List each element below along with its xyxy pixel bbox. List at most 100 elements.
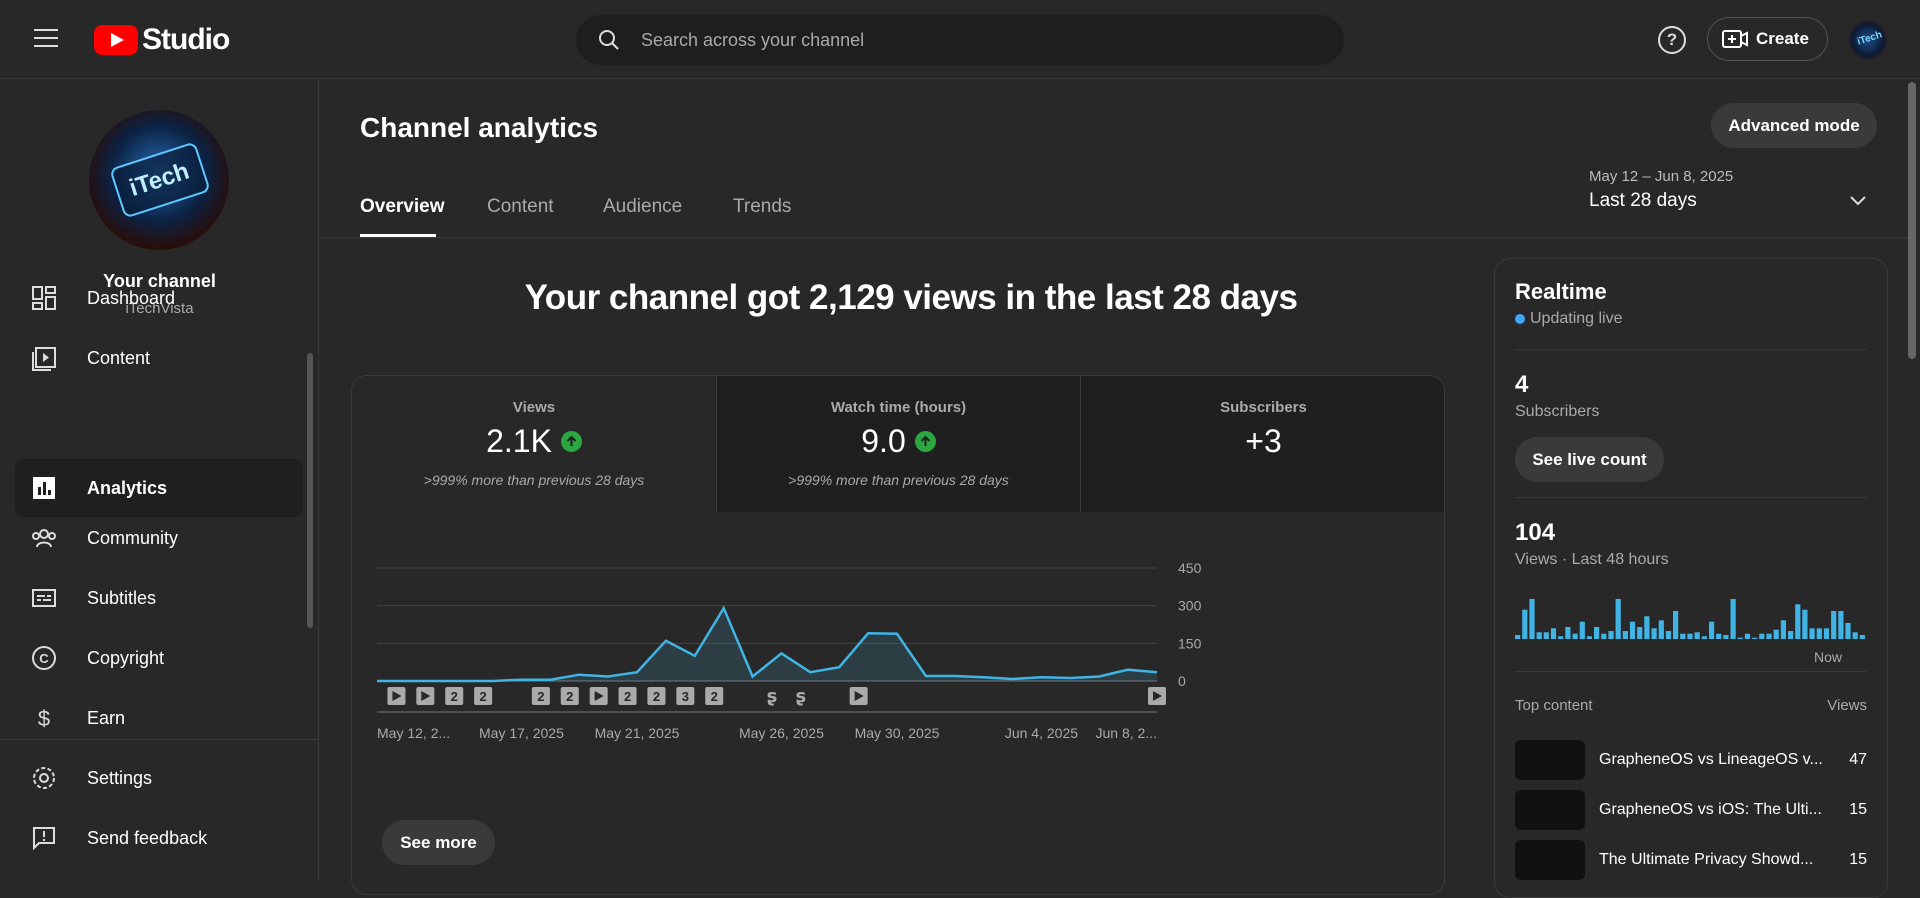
realtime-bar[interactable] — [1652, 628, 1657, 639]
top-content-row[interactable]: GrapheneOS vs iOS: The Ulti... 15 — [1515, 790, 1867, 830]
realtime-bar[interactable] — [1594, 627, 1599, 639]
sidebar-item-content[interactable]: Content — [15, 329, 303, 387]
metric-views[interactable]: Views 2.1K >999% more than previous 28 d… — [352, 376, 716, 512]
realtime-bar[interactable] — [1587, 636, 1592, 639]
realtime-bar[interactable] — [1716, 634, 1721, 639]
realtime-bar[interactable] — [1544, 632, 1549, 639]
sidebar-item-copyright[interactable]: C Copyright — [15, 629, 303, 687]
realtime-bar[interactable] — [1687, 634, 1692, 639]
realtime-bar[interactable] — [1522, 610, 1527, 639]
realtime-bar[interactable] — [1659, 620, 1664, 639]
channel-avatar[interactable]: iTech — [89, 110, 229, 250]
realtime-bar[interactable] — [1795, 604, 1800, 639]
metric-watch-time[interactable]: Watch time (hours) 9.0 >999% more than p… — [716, 376, 1080, 512]
realtime-bar[interactable] — [1766, 634, 1771, 639]
video-upload-marker-icon[interactable] — [850, 687, 868, 705]
tab-trends[interactable]: Trends — [733, 196, 791, 218]
realtime-bar[interactable] — [1666, 631, 1671, 639]
realtime-bar[interactable] — [1860, 635, 1865, 639]
video-upload-marker-icon[interactable] — [590, 687, 608, 705]
see-more-button[interactable]: See more — [382, 820, 495, 865]
realtime-bar[interactable] — [1680, 634, 1685, 639]
page-scrollbar[interactable] — [1908, 82, 1916, 359]
realtime-bar[interactable] — [1695, 632, 1700, 639]
tab-audience[interactable]: Audience — [603, 196, 682, 218]
realtime-bar[interactable] — [1802, 610, 1807, 639]
realtime-bar[interactable] — [1529, 599, 1534, 639]
realtime-bar[interactable] — [1838, 611, 1843, 639]
realtime-bar[interactable] — [1824, 628, 1829, 639]
realtime-bar[interactable] — [1637, 627, 1642, 639]
realtime-bar[interactable] — [1788, 631, 1793, 639]
date-range[interactable]: May 12 – Jun 8, 2025 — [1589, 168, 1733, 185]
realtime-bar[interactable] — [1551, 628, 1556, 639]
shorts-marker-icon[interactable]: ʂ — [796, 686, 807, 707]
x-tick-label: May 21, 2025 — [595, 725, 680, 741]
tabs-divider — [320, 237, 1910, 238]
realtime-bar[interactable] — [1759, 634, 1764, 639]
realtime-bar[interactable] — [1723, 635, 1728, 639]
realtime-bar[interactable] — [1831, 611, 1836, 639]
account-avatar[interactable]: iTech — [1848, 20, 1888, 60]
realtime-bar[interactable] — [1623, 631, 1628, 639]
realtime-bar[interactable] — [1709, 622, 1714, 639]
multi-upload-marker[interactable]: 2 — [474, 687, 492, 705]
multi-upload-marker[interactable]: 2 — [532, 687, 550, 705]
realtime-bar[interactable] — [1853, 632, 1858, 639]
realtime-bar[interactable] — [1810, 628, 1815, 639]
multi-upload-marker[interactable]: 2 — [705, 687, 723, 705]
studio-logo[interactable]: Studio — [94, 23, 229, 57]
realtime-bar[interactable] — [1573, 634, 1578, 639]
realtime-bar[interactable] — [1580, 622, 1585, 639]
multi-upload-marker[interactable]: 2 — [619, 687, 637, 705]
realtime-bar[interactable] — [1565, 627, 1570, 639]
realtime-bar[interactable] — [1774, 630, 1779, 639]
realtime-bar[interactable] — [1608, 631, 1613, 639]
sidebar-scrollbar[interactable] — [307, 353, 313, 628]
shorts-marker-icon[interactable]: ʂ — [767, 686, 778, 707]
realtime-bar[interactable] — [1558, 636, 1563, 639]
realtime-views-count: 104 — [1515, 519, 1555, 547]
chevron-down-icon[interactable] — [1848, 190, 1868, 210]
metric-subscribers[interactable]: Subscribers +3 — [1080, 376, 1445, 512]
realtime-bar[interactable] — [1745, 634, 1750, 639]
multi-upload-marker[interactable]: 2 — [445, 687, 463, 705]
realtime-bar[interactable] — [1817, 628, 1822, 639]
realtime-bar[interactable] — [1781, 620, 1786, 639]
sidebar-item-subtitles[interactable]: Subtitles — [15, 569, 303, 627]
top-content-row[interactable]: The Ultimate Privacy Showd... 15 — [1515, 840, 1867, 880]
search-input[interactable] — [641, 30, 1291, 51]
video-upload-marker-icon[interactable] — [416, 687, 434, 705]
top-content-row[interactable]: GrapheneOS vs LineageOS v... 47 — [1515, 740, 1867, 780]
search-bar[interactable] — [576, 15, 1344, 65]
date-period-label[interactable]: Last 28 days — [1589, 190, 1697, 212]
create-button[interactable]: Create — [1707, 17, 1828, 61]
realtime-bar[interactable] — [1644, 616, 1649, 639]
sidebar-item-send-feedback[interactable]: Send feedback — [15, 809, 303, 867]
realtime-bar[interactable] — [1702, 636, 1707, 639]
sidebar-item-settings[interactable]: Settings — [15, 749, 303, 807]
see-live-count-button[interactable]: See live count — [1515, 437, 1664, 482]
realtime-bar[interactable] — [1738, 638, 1743, 639]
realtime-bar[interactable] — [1673, 611, 1678, 639]
sidebar-item-dashboard[interactable]: Dashboard — [15, 269, 303, 327]
video-upload-marker-icon[interactable] — [387, 687, 405, 705]
tab-overview[interactable]: Overview — [360, 196, 445, 218]
menu-icon[interactable] — [34, 29, 58, 49]
video-upload-marker-icon[interactable] — [1148, 687, 1166, 705]
realtime-bar[interactable] — [1731, 599, 1736, 639]
realtime-bar[interactable] — [1515, 635, 1520, 639]
multi-upload-marker[interactable]: 2 — [647, 687, 665, 705]
realtime-bar[interactable] — [1537, 632, 1542, 639]
help-icon[interactable]: ? — [1658, 26, 1686, 54]
realtime-bar[interactable] — [1616, 599, 1621, 639]
multi-upload-marker[interactable]: 3 — [676, 687, 694, 705]
advanced-mode-button[interactable]: Advanced mode — [1711, 103, 1877, 148]
multi-upload-marker[interactable]: 2 — [561, 687, 579, 705]
realtime-bar[interactable] — [1630, 622, 1635, 639]
realtime-bar[interactable] — [1845, 623, 1850, 639]
realtime-bar[interactable] — [1752, 638, 1757, 639]
tab-content[interactable]: Content — [487, 196, 554, 218]
sidebar-item-community[interactable]: Community — [15, 509, 303, 567]
realtime-bar[interactable] — [1601, 634, 1606, 639]
